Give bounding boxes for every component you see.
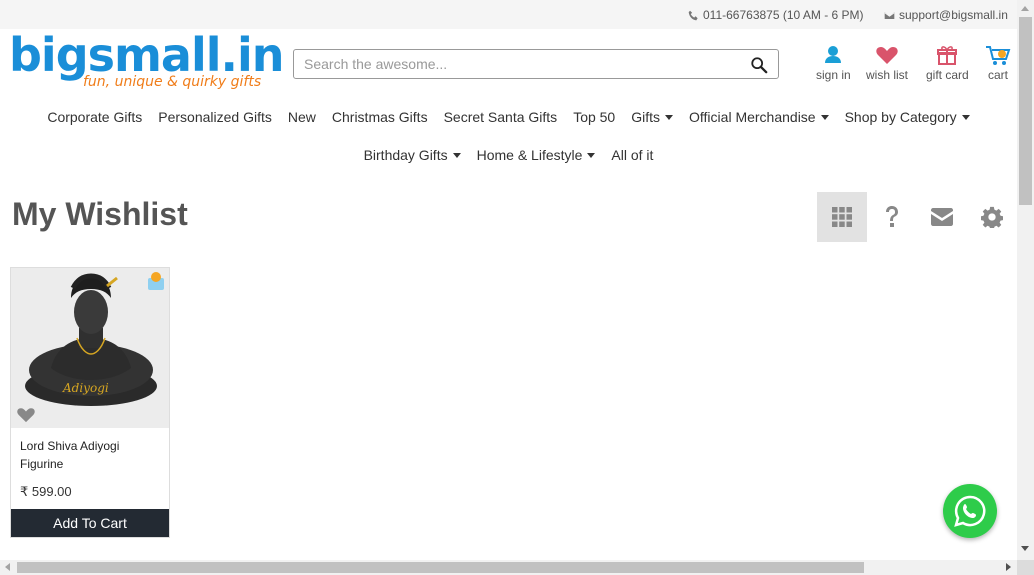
horizontal-scroll-thumb[interactable]	[17, 562, 864, 573]
nav-top-50[interactable]: Top 50	[573, 109, 615, 125]
adiyogi-figurine-image: Adiyogi	[11, 268, 169, 428]
nav-all-of-it[interactable]: All of it	[611, 147, 653, 163]
badge-icon	[148, 272, 164, 290]
page: 011-66763875 (10 AM - 6 PM) support@bigs…	[0, 0, 1034, 575]
search-input[interactable]	[294, 50, 734, 78]
nav-label: Top 50	[573, 109, 616, 125]
nav-shop-by-category[interactable]: Shop by Category	[845, 109, 970, 125]
nav-label: Corporate Gifts	[47, 109, 143, 125]
search-box	[293, 49, 779, 79]
envelope-small-icon	[884, 11, 895, 19]
nav-label: Shop by Category	[844, 109, 957, 125]
logo-tagline: fun, unique & quirky gifts	[83, 74, 262, 90]
scroll-up-arrow-icon[interactable]	[1021, 6, 1029, 11]
whatsapp-icon	[954, 495, 986, 527]
product-name[interactable]: Lord Shiva Adiyogi Figurine	[20, 437, 160, 473]
cart-icon	[986, 46, 1011, 65]
caret-down-icon	[820, 114, 829, 120]
cart-label: cart	[987, 68, 1008, 82]
nav-home-lifestyle[interactable]: Home & Lifestyle	[477, 147, 596, 163]
wishlist-product-card: Adiyogi Lord Shiva Adiyogi Figurine ₹ 59…	[10, 267, 170, 538]
cart-link[interactable]: cart	[985, 43, 1011, 82]
phone-icon	[688, 10, 698, 20]
wish-list-label: wish list	[866, 68, 909, 82]
help-button[interactable]	[867, 192, 917, 242]
nav-new[interactable]: New	[288, 109, 316, 125]
email-share-button[interactable]	[917, 192, 967, 242]
scroll-right-arrow-icon[interactable]	[1006, 563, 1011, 571]
vertical-scroll-thumb[interactable]	[1019, 17, 1032, 205]
nav-birthday-gifts[interactable]: Birthday Gifts	[364, 147, 461, 163]
nav-secret-santa-gifts[interactable]: Secret Santa Gifts	[444, 109, 558, 125]
phone-contact[interactable]: 011-66763875 (10 AM - 6 PM)	[688, 8, 864, 22]
nav-label: Secret Santa Gifts	[443, 109, 558, 125]
caret-down-icon	[587, 152, 596, 158]
main-nav-row-2: Birthday Gifts Home & Lifestyle All of i…	[0, 147, 1017, 163]
product-image[interactable]: Adiyogi	[11, 268, 169, 428]
envelope-icon	[931, 208, 953, 226]
caret-down-icon	[961, 114, 970, 120]
phone-number: 011-66763875 (10 AM - 6 PM)	[703, 8, 864, 22]
scroll-down-arrow-icon[interactable]	[1021, 546, 1029, 551]
nav-christmas-gifts[interactable]: Christmas Gifts	[332, 109, 428, 125]
question-icon	[886, 206, 898, 227]
nav-label: Official Merchandise	[689, 109, 816, 125]
wishlist-toolbar	[817, 192, 1017, 242]
nav-label: Christmas Gifts	[331, 109, 428, 125]
gift-card-link[interactable]: gift card	[926, 43, 969, 82]
search-icon[interactable]	[750, 56, 768, 74]
figurine-text: Adiyogi	[62, 381, 109, 395]
main-nav-row-1: Corporate Gifts Personalized Gifts New C…	[0, 109, 1017, 125]
nav-label: Personalized Gifts	[158, 109, 272, 125]
vertical-scrollbar[interactable]	[1017, 0, 1034, 560]
settings-button[interactable]	[967, 192, 1017, 242]
nav-label: All of it	[611, 147, 654, 163]
nav-personalized-gifts[interactable]: Personalized Gifts	[158, 109, 272, 125]
scroll-left-arrow-icon[interactable]	[5, 563, 10, 571]
grid-view-icon	[832, 207, 852, 227]
sign-in-link[interactable]: sign in	[816, 43, 851, 82]
email-contact[interactable]: support@bigsmall.in	[884, 8, 1008, 22]
support-email: support@bigsmall.in	[899, 8, 1008, 22]
add-to-cart-button[interactable]: Add To Cart	[11, 509, 169, 537]
heart-icon	[876, 47, 898, 64]
page-title: My Wishlist	[12, 196, 188, 232]
top-bar: 011-66763875 (10 AM - 6 PM) support@bigs…	[0, 0, 1017, 29]
user-icon	[825, 46, 842, 63]
nav-official-merchandise[interactable]: Official Merchandise	[689, 109, 829, 125]
scrollbar-corner	[1017, 560, 1034, 575]
nav-label: Birthday Gifts	[363, 147, 448, 163]
gift-icon	[937, 46, 958, 65]
product-price: ₹ 599.00	[20, 484, 72, 499]
caret-down-icon	[452, 152, 461, 158]
nav-label: Gifts	[631, 109, 661, 125]
wish-list-link[interactable]: wish list	[866, 43, 908, 82]
nav-label: Home & Lifestyle	[476, 147, 583, 163]
nav-label: New	[287, 109, 316, 125]
nav-gifts[interactable]: Gifts	[631, 109, 674, 125]
grid-view-button[interactable]	[817, 192, 867, 242]
nav-corporate-gifts[interactable]: Corporate Gifts	[47, 109, 142, 125]
caret-down-icon	[665, 114, 674, 120]
gift-card-label: gift card	[926, 68, 969, 82]
horizontal-scrollbar[interactable]	[0, 560, 1017, 575]
whatsapp-chat-button[interactable]	[943, 484, 997, 538]
site-logo[interactable]: bigsmall.in fun, unique & quirky gifts	[9, 28, 285, 94]
gear-icon	[981, 206, 1003, 228]
sign-in-label: sign in	[816, 68, 851, 82]
heart-outline-icon[interactable]	[16, 405, 36, 423]
